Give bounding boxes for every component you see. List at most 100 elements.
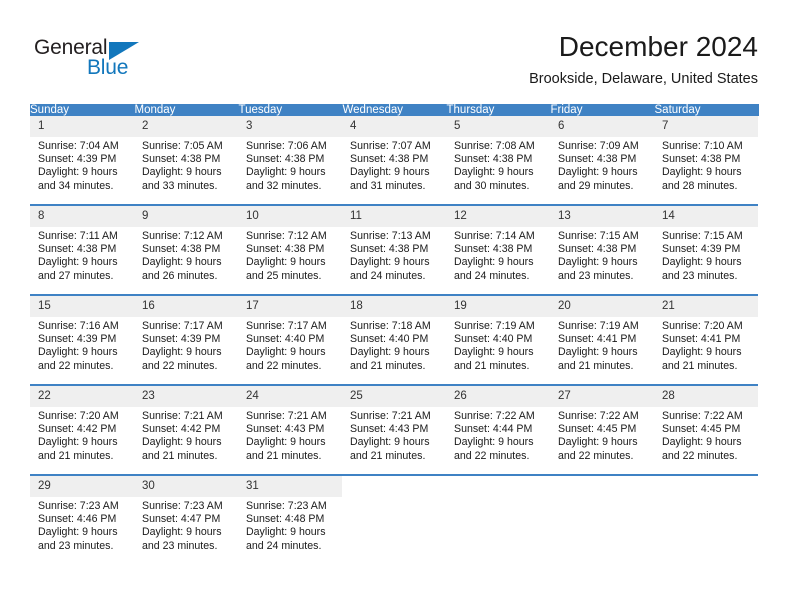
- day-cell[interactable]: 23 Sunrise: 7:21 AM Sunset: 4:42 PM Dayl…: [134, 384, 238, 475]
- day-cell[interactable]: 8 Sunrise: 7:11 AM Sunset: 4:38 PM Dayli…: [30, 204, 134, 295]
- daylight-text-line1: Daylight: 9 hours: [142, 346, 222, 359]
- daylight-text-line1: Daylight: 9 hours: [454, 166, 534, 179]
- day-cell[interactable]: 31 Sunrise: 7:23 AM Sunset: 4:48 PM Dayl…: [238, 474, 342, 564]
- day-cell[interactable]: 9 Sunrise: 7:12 AM Sunset: 4:38 PM Dayli…: [134, 204, 238, 295]
- calendar-body: 1 Sunrise: 7:04 AM Sunset: 4:39 PM Dayli…: [30, 116, 758, 564]
- daylight-text-line1: Daylight: 9 hours: [558, 346, 638, 359]
- day-details: Sunrise: 7:17 AM Sunset: 4:40 PM Dayligh…: [238, 317, 342, 373]
- weekday-header-tuesday: Tuesday: [238, 104, 343, 116]
- daylight-text-line1: Daylight: 9 hours: [662, 346, 742, 359]
- day-cell[interactable]: 21 Sunrise: 7:20 AM Sunset: 4:41 PM Dayl…: [654, 294, 758, 385]
- day-cell[interactable]: 14 Sunrise: 7:15 AM Sunset: 4:39 PM Dayl…: [654, 204, 758, 295]
- day-cell[interactable]: 20 Sunrise: 7:19 AM Sunset: 4:41 PM Dayl…: [550, 294, 654, 385]
- day-number: 26: [446, 386, 550, 407]
- day-number: 23: [134, 386, 238, 407]
- daylight-text-line1: Daylight: 9 hours: [38, 346, 118, 359]
- day-cell[interactable]: 28 Sunrise: 7:22 AM Sunset: 4:45 PM Dayl…: [654, 384, 758, 475]
- sunset-text: Sunset: 4:38 PM: [246, 153, 325, 166]
- day-number: [550, 476, 654, 497]
- sunrise-text: Sunrise: 7:23 AM: [142, 500, 223, 512]
- day-cell[interactable]: 24 Sunrise: 7:21 AM Sunset: 4:43 PM Dayl…: [238, 384, 342, 475]
- day-cell[interactable]: 3 Sunrise: 7:06 AM Sunset: 4:38 PM Dayli…: [238, 116, 342, 205]
- sunrise-text: Sunrise: 7:14 AM: [454, 230, 535, 242]
- sunset-text: Sunset: 4:45 PM: [662, 423, 741, 436]
- day-details: Sunrise: 7:21 AM Sunset: 4:43 PM Dayligh…: [238, 407, 342, 463]
- day-details: Sunrise: 7:23 AM Sunset: 4:46 PM Dayligh…: [30, 497, 134, 553]
- day-cell[interactable]: 5 Sunrise: 7:08 AM Sunset: 4:38 PM Dayli…: [446, 116, 550, 205]
- day-cell[interactable]: 13 Sunrise: 7:15 AM Sunset: 4:38 PM Dayl…: [550, 204, 654, 295]
- day-number: 27: [550, 386, 654, 407]
- day-details: Sunrise: 7:04 AM Sunset: 4:39 PM Dayligh…: [30, 137, 134, 193]
- sunrise-text: Sunrise: 7:11 AM: [38, 230, 118, 242]
- sunset-text: Sunset: 4:44 PM: [454, 423, 533, 436]
- sunrise-text: Sunrise: 7:19 AM: [558, 320, 639, 332]
- day-number: 20: [550, 296, 654, 317]
- sunrise-text: Sunrise: 7:12 AM: [246, 230, 327, 242]
- daylight-text-line1: Daylight: 9 hours: [350, 436, 430, 449]
- daylight-text-line1: Daylight: 9 hours: [350, 256, 430, 269]
- day-number: 15: [30, 296, 134, 317]
- week-row: 29 Sunrise: 7:23 AM Sunset: 4:46 PM Dayl…: [30, 474, 758, 564]
- sunset-text: Sunset: 4:38 PM: [142, 153, 221, 166]
- sunrise-text: Sunrise: 7:17 AM: [142, 320, 223, 332]
- day-details: Sunrise: 7:15 AM Sunset: 4:38 PM Dayligh…: [550, 227, 654, 283]
- daylight-text-line2: and 26 minutes.: [142, 269, 218, 282]
- daylight-text-line1: Daylight: 9 hours: [662, 436, 742, 449]
- day-details: Sunrise: 7:12 AM Sunset: 4:38 PM Dayligh…: [238, 227, 342, 283]
- day-cell[interactable]: 22 Sunrise: 7:20 AM Sunset: 4:42 PM Dayl…: [30, 384, 134, 475]
- day-cell[interactable]: 27 Sunrise: 7:22 AM Sunset: 4:45 PM Dayl…: [550, 384, 654, 475]
- day-cell[interactable]: 2 Sunrise: 7:05 AM Sunset: 4:38 PM Dayli…: [134, 116, 238, 205]
- day-cell[interactable]: 17 Sunrise: 7:17 AM Sunset: 4:40 PM Dayl…: [238, 294, 342, 385]
- day-cell[interactable]: 1 Sunrise: 7:04 AM Sunset: 4:39 PM Dayli…: [30, 116, 134, 205]
- day-cell[interactable]: 7 Sunrise: 7:10 AM Sunset: 4:38 PM Dayli…: [654, 116, 758, 205]
- daylight-text-line2: and 21 minutes.: [142, 449, 218, 462]
- daylight-text-line2: and 23 minutes.: [662, 269, 738, 282]
- day-number: 18: [342, 296, 446, 317]
- day-number: 1: [30, 116, 134, 137]
- weekday-header-saturday: Saturday: [654, 104, 759, 116]
- day-cell[interactable]: 19 Sunrise: 7:19 AM Sunset: 4:40 PM Dayl…: [446, 294, 550, 385]
- day-number: 5: [446, 116, 550, 137]
- day-details: Sunrise: 7:05 AM Sunset: 4:38 PM Dayligh…: [134, 137, 238, 193]
- day-cell[interactable]: 16 Sunrise: 7:17 AM Sunset: 4:39 PM Dayl…: [134, 294, 238, 385]
- day-details: Sunrise: 7:21 AM Sunset: 4:42 PM Dayligh…: [134, 407, 238, 463]
- sunset-text: Sunset: 4:45 PM: [558, 423, 637, 436]
- sunrise-text: Sunrise: 7:23 AM: [38, 500, 119, 512]
- daylight-text-line1: Daylight: 9 hours: [662, 256, 742, 269]
- daylight-text-line2: and 23 minutes.: [38, 539, 114, 552]
- daylight-text-line2: and 21 minutes.: [662, 359, 738, 372]
- day-cell[interactable]: 11 Sunrise: 7:13 AM Sunset: 4:38 PM Dayl…: [342, 204, 446, 295]
- weekday-header-wednesday: Wednesday: [342, 104, 447, 116]
- daylight-text-line2: and 30 minutes.: [454, 179, 530, 192]
- day-cell[interactable]: 18 Sunrise: 7:18 AM Sunset: 4:40 PM Dayl…: [342, 294, 446, 385]
- generalblue-logo[interactable]: General Blue: [34, 36, 174, 84]
- day-cell[interactable]: 30 Sunrise: 7:23 AM Sunset: 4:47 PM Dayl…: [134, 474, 238, 564]
- day-number: 24: [238, 386, 342, 407]
- day-cell[interactable]: 4 Sunrise: 7:07 AM Sunset: 4:38 PM Dayli…: [342, 116, 446, 205]
- daylight-text-line1: Daylight: 9 hours: [246, 256, 326, 269]
- day-number: 8: [30, 206, 134, 227]
- sunset-text: Sunset: 4:43 PM: [350, 423, 429, 436]
- day-cell[interactable]: 10 Sunrise: 7:12 AM Sunset: 4:38 PM Dayl…: [238, 204, 342, 295]
- day-number: 2: [134, 116, 238, 137]
- day-cell[interactable]: 26 Sunrise: 7:22 AM Sunset: 4:44 PM Dayl…: [446, 384, 550, 475]
- weekday-header-thursday: Thursday: [446, 104, 551, 116]
- day-cell[interactable]: 15 Sunrise: 7:16 AM Sunset: 4:39 PM Dayl…: [30, 294, 134, 385]
- page-title: December 2024: [558, 31, 758, 62]
- day-cell[interactable]: 6 Sunrise: 7:09 AM Sunset: 4:38 PM Dayli…: [550, 116, 654, 205]
- daylight-text-line2: and 23 minutes.: [558, 269, 634, 282]
- sunrise-text: Sunrise: 7:05 AM: [142, 140, 223, 152]
- day-number: 9: [134, 206, 238, 227]
- day-cell[interactable]: 12 Sunrise: 7:14 AM Sunset: 4:38 PM Dayl…: [446, 204, 550, 295]
- day-cell[interactable]: 25 Sunrise: 7:21 AM Sunset: 4:43 PM Dayl…: [342, 384, 446, 475]
- day-details: Sunrise: 7:21 AM Sunset: 4:43 PM Dayligh…: [342, 407, 446, 463]
- daylight-text-line2: and 29 minutes.: [558, 179, 634, 192]
- day-cell[interactable]: 29 Sunrise: 7:23 AM Sunset: 4:46 PM Dayl…: [30, 474, 134, 564]
- day-details: Sunrise: 7:06 AM Sunset: 4:38 PM Dayligh…: [238, 137, 342, 193]
- daylight-text-line2: and 21 minutes.: [350, 359, 426, 372]
- sunset-text: Sunset: 4:38 PM: [454, 243, 533, 256]
- daylight-text-line2: and 22 minutes.: [454, 449, 530, 462]
- day-number: 7: [654, 116, 758, 137]
- daylight-text-line2: and 22 minutes.: [558, 449, 634, 462]
- daylight-text-line1: Daylight: 9 hours: [142, 166, 222, 179]
